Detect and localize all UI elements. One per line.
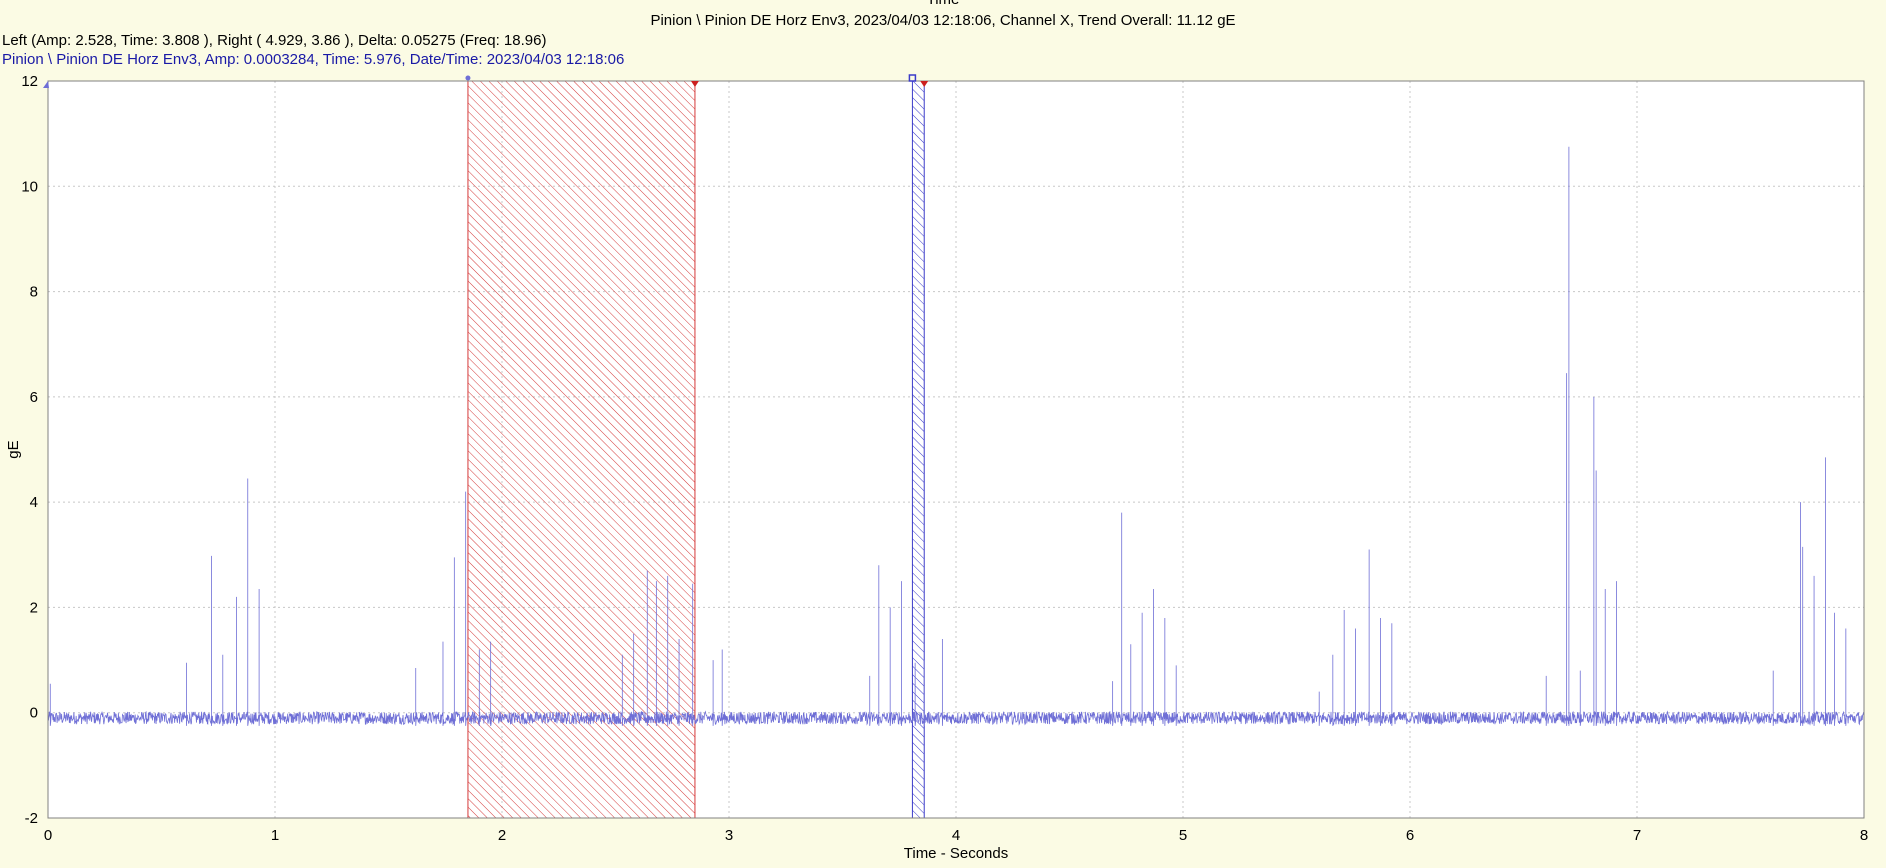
y-tick-label: 0: [30, 705, 38, 722]
right-band-start-handle[interactable]: [908, 74, 917, 82]
x-tick-label: 3: [725, 827, 733, 844]
x-tick-label: 7: [1633, 827, 1641, 844]
y-tick-label: 10: [21, 178, 38, 195]
x-axis-label: Time - Seconds: [904, 845, 1008, 862]
y-tick-label: 8: [30, 284, 38, 301]
x-tick-label: 1: [271, 827, 279, 844]
x-tick-label: 2: [498, 827, 506, 844]
x-tick-label: 6: [1406, 827, 1414, 844]
y-tick-label: 2: [30, 599, 38, 616]
x-tick-label: 0: [44, 827, 52, 844]
x-tick-label: 8: [1860, 827, 1868, 844]
right-cursor-band: [911, 80, 925, 819]
left-band-start-handle[interactable]: [465, 75, 471, 81]
y-tick-label: 4: [30, 494, 38, 511]
y-axis-label: gE: [5, 440, 22, 458]
y-tick-label: -2: [25, 810, 38, 827]
y-axis-marker: [43, 81, 49, 88]
left-cursor-band: [467, 80, 696, 819]
x-tick-label: 5: [1179, 827, 1187, 844]
y-tick-label: 12: [21, 73, 38, 90]
time-waveform-chart[interactable]: 0 1 2 3 4 5 6 7 8-2024681012 Time - Seconds gE: [0, 0, 1886, 868]
x-tick-label: 4: [952, 827, 960, 844]
y-tick-label: 6: [30, 389, 38, 406]
